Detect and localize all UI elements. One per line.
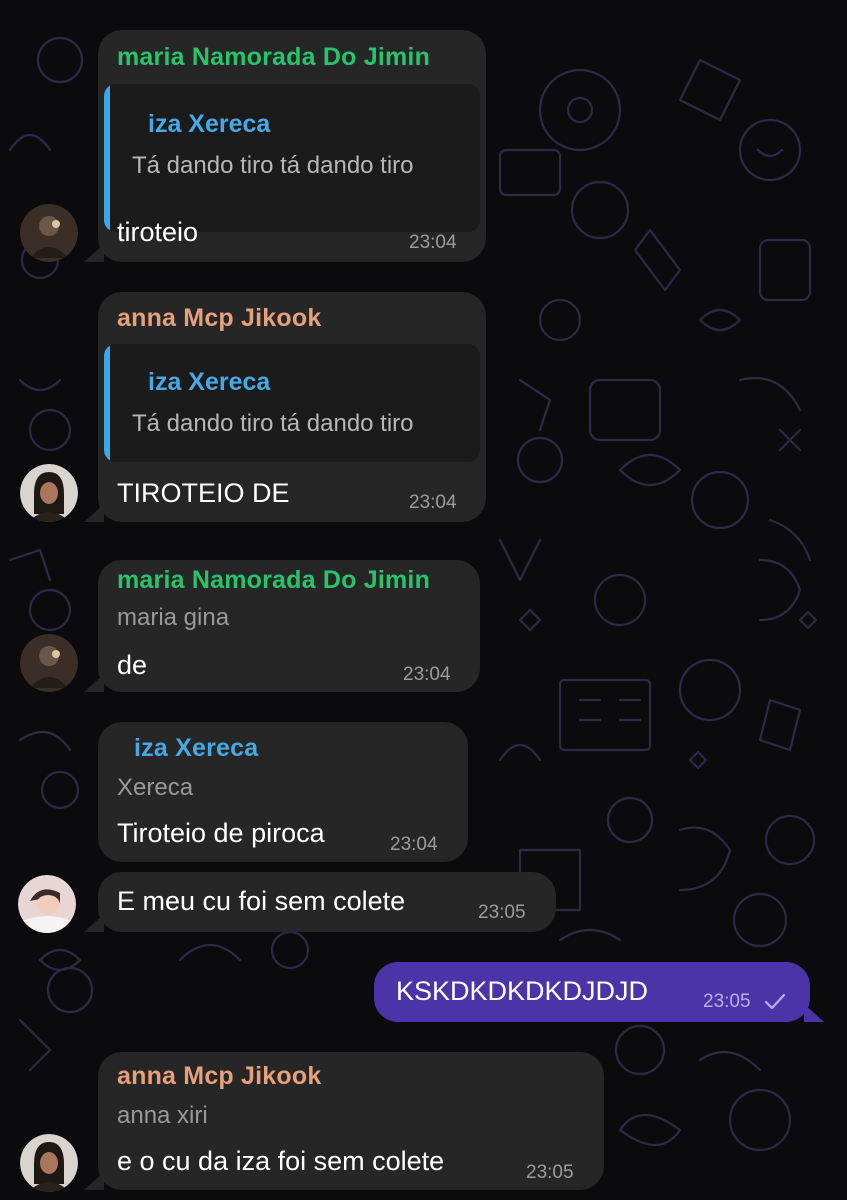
quote-author: iza Xereca <box>148 110 271 138</box>
message-time: 23:04 <box>409 232 457 253</box>
avatar-maria[interactable] <box>20 204 78 262</box>
message-time: 23:05 <box>478 902 526 923</box>
sender-name[interactable]: anna Mcp Jikook <box>117 1062 321 1091</box>
quote-author: iza Xereca <box>148 368 271 396</box>
outgoing-message-bubble[interactable]: KSKDKDKDKDJDJD 23:05 <box>374 962 824 1022</box>
sent-check-icon <box>764 993 786 1010</box>
message-text: E meu cu foi sem colete <box>117 886 406 916</box>
message-text: de <box>117 650 148 680</box>
avatar-anna[interactable] <box>20 464 78 522</box>
message-bubble[interactable]: anna Mcp Jikook anna xiri e o cu da iza … <box>84 1052 604 1190</box>
message-time: 23:04 <box>403 664 451 685</box>
message-text: Tiroteio de piroca <box>117 818 325 848</box>
avatar-maria[interactable] <box>20 634 78 692</box>
message-bubble[interactable]: anna Mcp Jikook iza Xereca Tá dando tiro… <box>84 292 486 522</box>
message-time: 23:04 <box>409 492 457 513</box>
sender-name[interactable]: anna Mcp Jikook <box>117 304 321 333</box>
message-time: 23:04 <box>390 834 438 855</box>
avatar-anna[interactable] <box>20 1134 78 1192</box>
sender-subtitle: anna xiri <box>117 1102 208 1129</box>
message-bubble[interactable]: iza Xereca Xereca Tiroteio de piroca 23:… <box>98 722 468 862</box>
quote-text: Tá dando tiro tá dando tiro <box>132 152 414 179</box>
sender-name[interactable]: maria Namorada Do Jimin <box>117 43 430 72</box>
message-text: TIROTEIO DE <box>117 478 290 508</box>
message-text: e o cu da iza foi sem colete <box>117 1146 445 1176</box>
quote-bar <box>104 344 110 462</box>
sender-subtitle: Xereca <box>117 774 194 801</box>
sender-name[interactable]: maria Namorada Do Jimin <box>117 566 430 595</box>
message-time: 23:05 <box>703 991 751 1012</box>
reply-quote[interactable]: iza Xereca Tá dando tiro tá dando tiro <box>104 344 480 462</box>
quote-bar <box>104 84 110 232</box>
quote-text: Tá dando tiro tá dando tiro <box>132 410 414 437</box>
message-time: 23:05 <box>526 1162 574 1183</box>
message-bubble[interactable]: maria Namorada Do Jimin maria gina de 23… <box>84 560 480 692</box>
message-text: tiroteio <box>117 217 199 247</box>
reply-quote[interactable]: iza Xereca Tá dando tiro tá dando tiro <box>104 84 480 232</box>
sender-name[interactable]: iza Xereca <box>134 734 258 763</box>
message-bubble[interactable]: maria Namorada Do Jimin iza Xereca Tá da… <box>84 30 486 262</box>
message-text: KSKDKDKDKDJDJD <box>396 976 649 1006</box>
sender-subtitle: maria gina <box>117 604 230 631</box>
avatar-iza[interactable] <box>18 875 76 933</box>
message-bubble[interactable]: E meu cu foi sem colete 23:05 <box>84 872 556 932</box>
